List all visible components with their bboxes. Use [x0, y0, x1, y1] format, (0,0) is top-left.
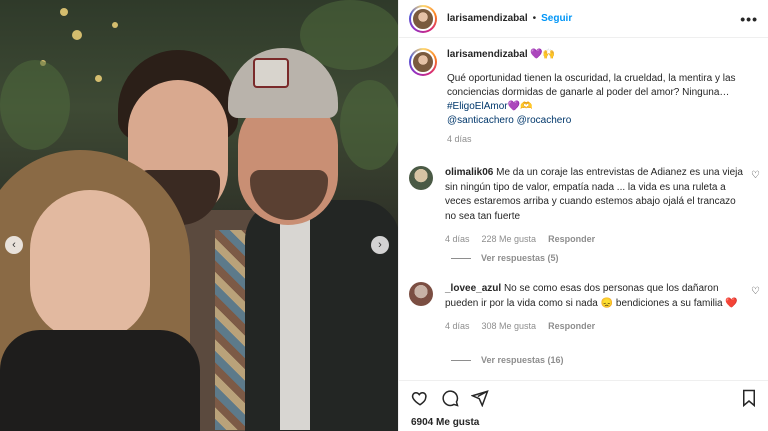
- share-icon[interactable]: [471, 389, 489, 407]
- author-avatar[interactable]: [409, 4, 437, 33]
- background-light: [112, 22, 118, 28]
- more-options-icon[interactable]: •••: [740, 11, 758, 27]
- caption-mention[interactable]: @santicachero: [447, 115, 514, 126]
- post-like-count[interactable]: 6904 Me gusta: [411, 417, 757, 428]
- next-photo-button[interactable]: ›: [371, 236, 389, 254]
- divider: [451, 257, 471, 259]
- comment-icon[interactable]: [441, 389, 459, 407]
- caption-emoji: 💜🙌: [530, 49, 556, 60]
- view-replies-button[interactable]: Ver respuestas (16): [451, 355, 564, 365]
- cap-patch: [253, 58, 289, 88]
- like-icon[interactable]: [411, 389, 429, 407]
- caption-avatar[interactable]: [409, 48, 437, 76]
- post-sidebar: larisamendizabal • Seguir ••• larisamend…: [398, 0, 768, 431]
- background-light: [72, 30, 82, 40]
- like-comment-icon[interactable]: ♡: [751, 286, 760, 297]
- background-foliage: [340, 80, 398, 170]
- reply-button[interactable]: Responder: [548, 319, 595, 334]
- follow-button[interactable]: Seguir: [541, 13, 572, 24]
- comment-timestamp: 4 días: [445, 234, 470, 244]
- post-photo[interactable]: ‹ ›: [0, 0, 398, 431]
- post-caption: larisamendizabal 💜🙌 Qué oportunidad tien…: [399, 38, 768, 146]
- reply-button[interactable]: Responder: [548, 232, 595, 247]
- person-left-face: [30, 190, 150, 340]
- background-foliage: [0, 60, 70, 150]
- caption-timestamp: 4 días: [447, 134, 472, 144]
- like-comment-icon[interactable]: ♡: [751, 170, 760, 181]
- comment-like-count[interactable]: 228 Me gusta: [482, 232, 537, 247]
- post-actions: 6904 Me gusta: [399, 380, 768, 431]
- commenter-username[interactable]: _lovee_azul: [445, 283, 501, 294]
- comment-like-count[interactable]: 308 Me gusta: [482, 319, 537, 334]
- person-left-top: [0, 330, 200, 431]
- comment-timestamp: 4 días: [445, 321, 470, 331]
- background-light: [95, 75, 102, 82]
- caption-hashtag[interactable]: #EligoElAmor💜🫶: [447, 100, 757, 114]
- separator-dot: •: [532, 13, 537, 24]
- bookmark-icon[interactable]: [741, 389, 757, 407]
- commenter-username[interactable]: olimalik06: [445, 167, 493, 178]
- previous-photo-button[interactable]: ‹: [5, 236, 23, 254]
- comment: olimalik06 Me da un coraje las entrevist…: [399, 166, 768, 247]
- view-replies-button[interactable]: Ver respuestas (5): [451, 253, 559, 263]
- view-replies-label: Ver respuestas (16): [481, 355, 564, 365]
- author-username[interactable]: larisamendizabal: [447, 13, 528, 24]
- caption-text: Qué oportunidad tienen la oscuridad, la …: [447, 73, 736, 98]
- person-right-jacket: [245, 200, 398, 431]
- comment: _lovee_azul No se como esas dos personas…: [399, 282, 768, 334]
- commenter-avatar[interactable]: [409, 166, 433, 190]
- commenter-avatar[interactable]: [409, 282, 433, 306]
- caption-username[interactable]: larisamendizabal: [447, 49, 528, 60]
- person-right-shirt: [280, 210, 310, 430]
- divider: [451, 359, 471, 361]
- background-light: [60, 8, 68, 16]
- view-replies-label: Ver respuestas (5): [481, 253, 559, 263]
- post-header: larisamendizabal • Seguir •••: [399, 0, 768, 38]
- caption-mention[interactable]: @rocachero: [517, 115, 572, 126]
